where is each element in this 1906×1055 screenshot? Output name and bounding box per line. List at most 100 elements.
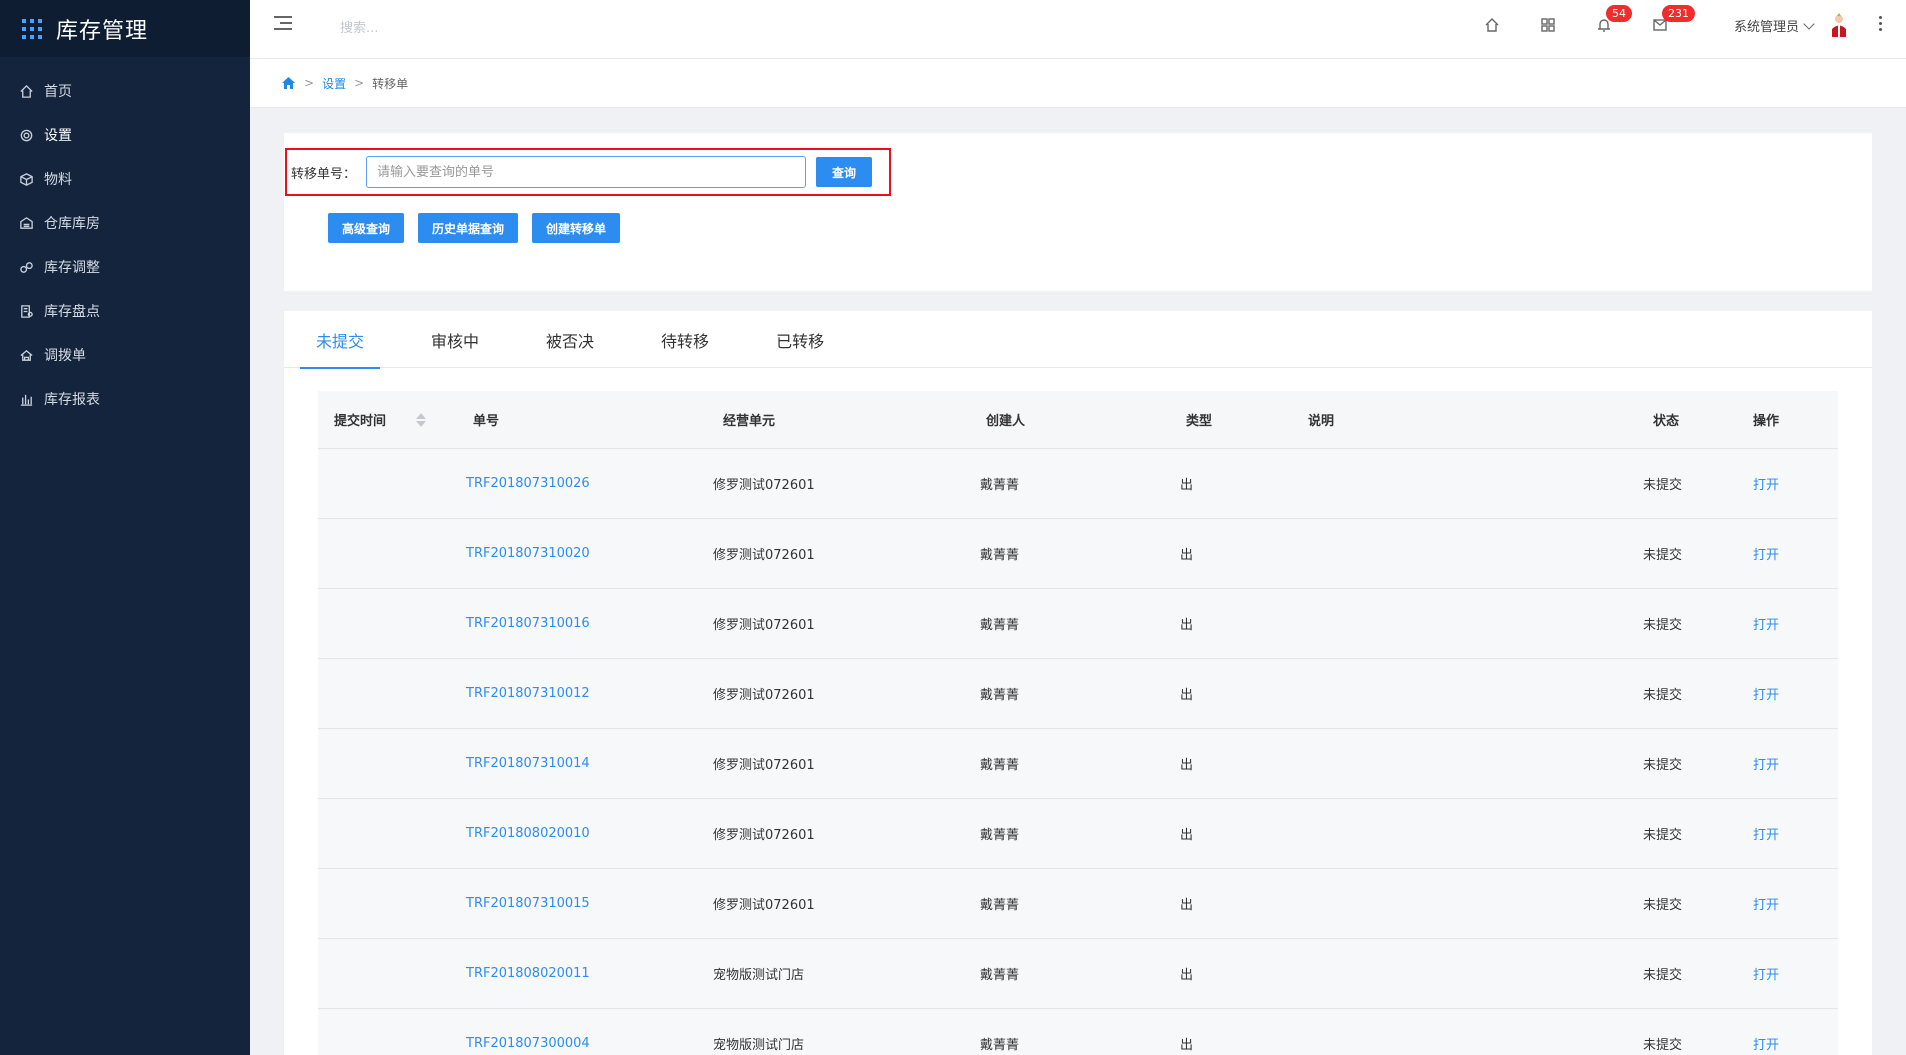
table-row: TRF201807300004 宠物版测试门店 戴菁菁 出 未提交 打开: [318, 1009, 1838, 1055]
column-header-label: 提交时间: [334, 414, 387, 429]
warehouse-icon: [18, 215, 34, 231]
cell-status: 未提交: [1643, 548, 1683, 563]
home-icon[interactable]: [1483, 16, 1501, 34]
column-header-time[interactable]: 提交时间: [318, 410, 448, 429]
tab-unsubmitted[interactable]: 未提交: [300, 311, 381, 369]
status-tabs: 未提交 审核中 被否决 待转移 已转移: [284, 311, 1872, 369]
tab-under-review[interactable]: 审核中: [415, 311, 495, 368]
open-link[interactable]: 打开: [1743, 894, 1823, 913]
tab-pending-transfer[interactable]: 待转移: [645, 311, 725, 368]
sidebar-item-label: 库存调整: [44, 260, 100, 276]
table-header: 提交时间 单号 经营单元 创建人 类型 说明 状态 操作: [318, 391, 1838, 449]
open-link[interactable]: 打开: [1743, 614, 1823, 633]
breadcrumb: > 设置 > 转移单: [250, 59, 1906, 108]
sidebar-item-settings[interactable]: 设置: [0, 113, 250, 157]
cell-unit: 修罗测试072601: [713, 898, 815, 913]
mail-icon[interactable]: 231: [1651, 5, 1695, 34]
cell-unit: 宠物版测试门店: [713, 1038, 805, 1053]
open-link[interactable]: 打开: [1743, 544, 1823, 563]
cell-number-link[interactable]: TRF201807300004: [448, 1036, 713, 1051]
sidebar-item-label: 调拨单: [44, 348, 86, 364]
sidebar-item-home[interactable]: 首页: [0, 69, 250, 113]
column-header-status: 状态: [1653, 414, 1680, 429]
cell-number-link[interactable]: TRF201807310020: [448, 546, 713, 561]
user-menu[interactable]: 系统管理员: [1734, 16, 1815, 35]
open-link[interactable]: 打开: [1743, 684, 1823, 703]
column-header-desc: 说明: [1308, 414, 1335, 429]
app-title: 库存管理: [56, 18, 149, 44]
sidebar-item-materials[interactable]: 物料: [0, 157, 250, 201]
cell-type: 出: [1180, 1038, 1194, 1053]
sidebar-item-report[interactable]: 库存报表: [0, 377, 250, 421]
table-row: TRF201807310026 修罗测试072601 戴菁菁 出 未提交 打开: [318, 449, 1838, 519]
transfer-number-input[interactable]: [366, 156, 807, 188]
cell-number-link[interactable]: TRF201807310014: [448, 756, 713, 771]
history-search-button[interactable]: 历史单据查询: [418, 213, 519, 243]
query-panel: 转移单号： 查询 高级查询 历史单据查询 创建转移单: [284, 133, 1872, 291]
transfer-table: 提交时间 单号 经营单元 创建人 类型 说明 状态 操作 TRF20180731…: [318, 391, 1838, 1055]
inventory-check-icon: [18, 303, 34, 319]
sidebar-item-label: 首页: [44, 84, 72, 100]
open-link[interactable]: 打开: [1743, 754, 1823, 773]
home-icon[interactable]: [281, 76, 296, 90]
menu-toggle-icon[interactable]: [274, 16, 292, 32]
cell-status: 未提交: [1643, 478, 1683, 493]
cell-status: 未提交: [1643, 618, 1683, 633]
cell-status: 未提交: [1643, 758, 1683, 773]
cube-icon: [18, 171, 34, 187]
tab-transferred[interactable]: 已转移: [760, 311, 840, 368]
column-header-unit: 经营单元: [723, 414, 776, 429]
breadcrumb-settings-link[interactable]: 设置: [322, 75, 346, 92]
breadcrumb-separator: >: [304, 76, 315, 90]
search-input[interactable]: [340, 17, 640, 39]
cell-number-link[interactable]: TRF201808020010: [448, 826, 713, 841]
avatar[interactable]: [1830, 13, 1848, 37]
table-row: TRF201808020010 修罗测试072601 戴菁菁 出 未提交 打开: [318, 799, 1838, 869]
sidebar: 库存管理 首页 设置 物料 仓库库房 库存调整 库存盘点 调拨单 库存报表: [0, 0, 250, 1055]
open-link[interactable]: 打开: [1743, 1034, 1823, 1053]
cell-number-link[interactable]: TRF201808020011: [448, 966, 713, 981]
sidebar-item-stocktake[interactable]: 库存盘点: [0, 289, 250, 333]
table-row: TRF201807310016 修罗测试072601 戴菁菁 出 未提交 打开: [318, 589, 1838, 659]
cell-type: 出: [1180, 968, 1194, 983]
sidebar-item-label: 设置: [44, 128, 72, 144]
chevron-down-icon: [1803, 17, 1815, 30]
cell-unit: 修罗测试072601: [713, 618, 815, 633]
bell-icon[interactable]: 54: [1595, 5, 1632, 34]
cell-creator: 戴菁菁: [980, 968, 1020, 983]
cell-unit: 修罗测试072601: [713, 548, 815, 563]
cell-number-link[interactable]: TRF201807310012: [448, 686, 713, 701]
sidebar-item-adjust[interactable]: 库存调整: [0, 245, 250, 289]
breadcrumb-separator: >: [354, 76, 365, 90]
open-link[interactable]: 打开: [1743, 474, 1823, 493]
search-button[interactable]: 查询: [816, 157, 873, 187]
create-transfer-button[interactable]: 创建转移单: [532, 213, 621, 243]
column-header-action: 操作: [1753, 414, 1780, 429]
cell-unit: 修罗测试072601: [713, 758, 815, 773]
cell-type: 出: [1180, 618, 1194, 633]
cell-number-link[interactable]: TRF201807310026: [448, 476, 713, 491]
table-row: TRF201807310012 修罗测试072601 戴菁菁 出 未提交 打开: [318, 659, 1838, 729]
grid-icon[interactable]: [1539, 16, 1557, 34]
sidebar-item-transfer[interactable]: 调拨单: [0, 333, 250, 377]
advanced-search-button[interactable]: 高级查询: [328, 213, 405, 243]
sidebar-item-label: 库存报表: [44, 392, 100, 408]
open-link[interactable]: 打开: [1743, 824, 1823, 843]
sort-icon[interactable]: [416, 412, 427, 427]
cell-status: 未提交: [1643, 898, 1683, 913]
cell-type: 出: [1180, 548, 1194, 563]
notification-badge: 54: [1606, 5, 1632, 22]
message-badge: 231: [1662, 5, 1695, 22]
sidebar-item-warehouse[interactable]: 仓库库房: [0, 201, 250, 245]
cell-status: 未提交: [1643, 1038, 1683, 1053]
bar-chart-icon: [18, 391, 34, 407]
cell-number-link[interactable]: TRF201807310016: [448, 616, 713, 631]
sidebar-item-label: 物料: [44, 172, 72, 188]
apps-grid-icon[interactable]: [22, 18, 42, 39]
cell-number-link[interactable]: TRF201807310015: [448, 896, 713, 911]
query-form: 转移单号： 查询: [285, 148, 891, 196]
breadcrumb-current: 转移单: [372, 76, 409, 91]
tab-rejected[interactable]: 被否决: [530, 311, 610, 368]
more-icon[interactable]: [1879, 16, 1883, 34]
open-link[interactable]: 打开: [1743, 964, 1823, 983]
